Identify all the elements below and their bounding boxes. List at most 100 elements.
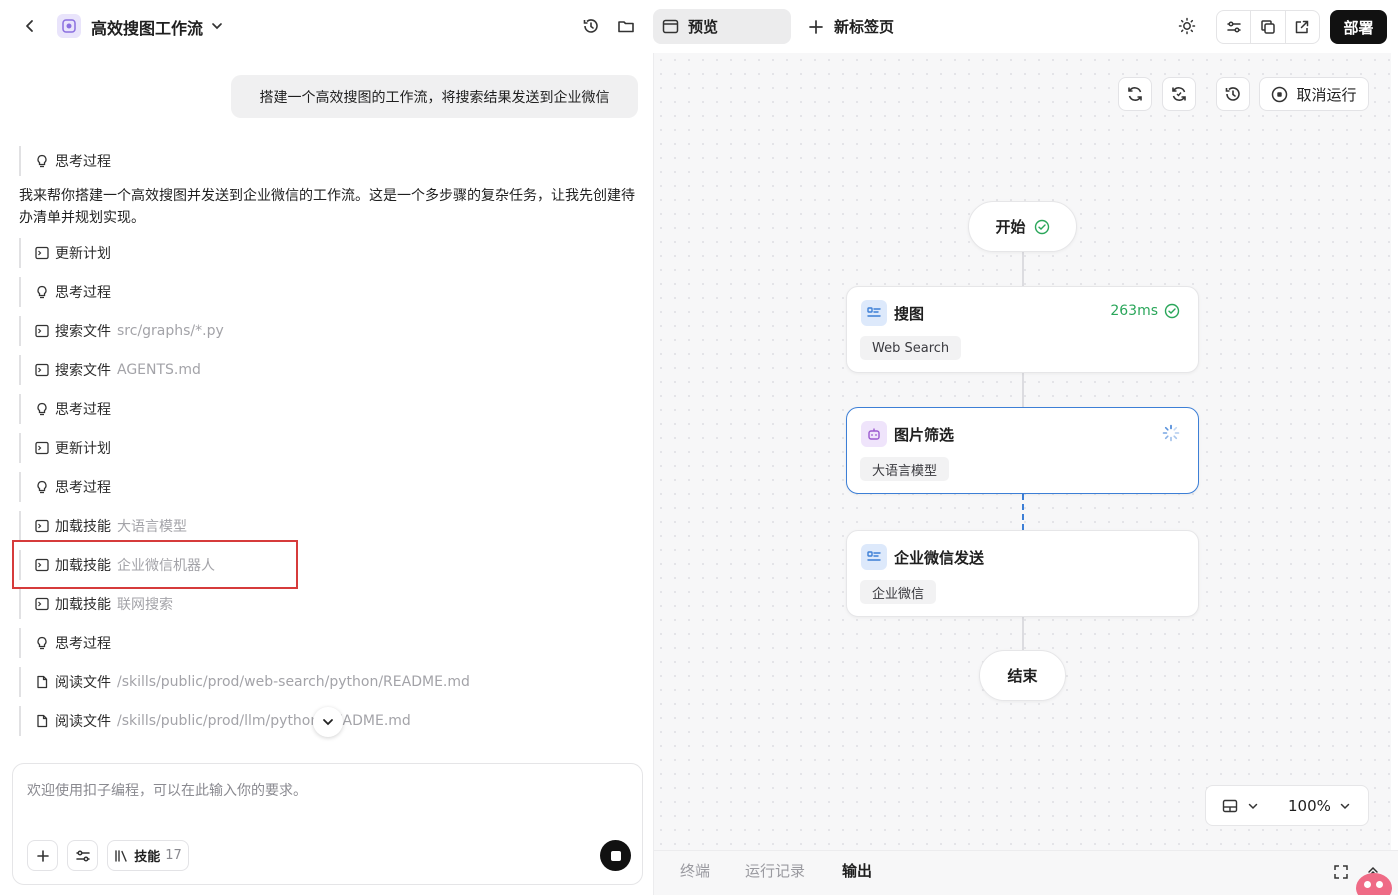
step-label: 阅读文件 [55,714,111,730]
step-label: 思考过程 [55,636,111,652]
terminal-icon [35,597,49,611]
terminal-icon [35,324,49,338]
refresh-button[interactable] [1118,77,1152,111]
step-update-plan[interactable]: 更新计划 [19,238,111,268]
step-thinking[interactable]: 思考过程 [19,628,111,658]
node-title: 图片筛选 [894,426,955,444]
stop-button[interactable] [600,840,631,871]
step-label: 搜索文件 [55,324,111,340]
run-history-button[interactable] [1216,77,1250,111]
sync-icon [1172,87,1186,101]
sync-button[interactable] [1162,77,1196,111]
end-node-label: 结束 [1007,667,1038,685]
assistant-message: 我来帮你搭建一个高效搜图并发送到企业微信的工作流。这是一个多步骤的复杂任务，让我… [19,188,635,226]
tab-run-records[interactable]: 运行记录 [745,860,805,881]
workflow-canvas[interactable]: 取消运行 开始 搜图 263ms Web Search 图片筛选 大语言模型 企… [653,53,1391,850]
tab-terminal[interactable]: 终端 [680,860,710,881]
end-node[interactable]: 结束 [979,650,1066,701]
settings-button[interactable] [67,840,98,871]
step-load-skill[interactable]: 加载技能 大语言模型 [19,511,187,541]
browser-window-icon [662,19,679,34]
back-arrow-icon[interactable] [18,14,42,38]
refresh-icon [1128,87,1142,101]
step-read-file[interactable]: 阅读文件 /skills/public/prod/web-search/pyth… [19,667,470,697]
edge-send-end [1022,616,1024,650]
list-node-icon [861,544,887,570]
step-label: 加载技能 [55,597,111,613]
cancel-run-button[interactable]: 取消运行 [1259,77,1369,111]
tab-output[interactable]: 输出 [842,860,872,881]
chat-input-box: 欢迎使用扣子编程，可以在此输入你的要求。 技能 17 [12,763,643,885]
node-image-filter[interactable]: 图片筛选 大语言模型 [846,407,1199,494]
settings-sliders-icon[interactable] [1217,11,1252,43]
step-read-file[interactable]: 阅读文件 /skills/public/prod/llm/python/READ… [19,706,411,736]
zoom-level: 100% [1288,796,1331,815]
step-detail: src/graphs/*.py [117,323,224,339]
step-load-skill[interactable]: 加载技能 联网搜索 [19,589,173,619]
layout-icon [1222,799,1238,812]
history-icon[interactable] [580,15,602,37]
tab-preview[interactable]: 预览 [653,9,791,44]
start-node-label: 开始 [995,218,1026,236]
check-circle-icon [1164,303,1180,319]
scroll-down-button[interactable] [313,707,343,737]
settings-sliders-icon [75,849,90,862]
tab-new[interactable]: 新标签页 [806,9,894,44]
list-node-icon [861,300,887,326]
user-message: 搭建一个高效搜图的工作流，将搜索结果发送到企业微信 [231,75,638,118]
tab-new-label: 新标签页 [834,18,895,36]
skills-label: 技能 [134,850,161,865]
header-tool-group [1216,10,1320,44]
step-detail: /skills/public/prod/llm/python/README.md [117,713,411,729]
bulb-icon [37,636,47,650]
step-label: 更新计划 [55,246,111,262]
node-search-image[interactable]: 搜图 263ms Web Search [846,286,1199,373]
app-title[interactable]: 高效搜图工作流 [91,15,203,39]
step-label: 搜索文件 [55,363,111,379]
step-detail: /skills/public/prod/web-search/python/RE… [117,674,470,690]
node-tag: Web Search [860,336,962,360]
bulb-icon [37,480,47,494]
step-search-file[interactable]: 搜索文件 AGENTS.md [19,355,201,385]
step-search-file[interactable]: 搜索文件 src/graphs/*.py [19,316,224,346]
step-update-plan[interactable]: 更新计划 [19,433,111,463]
layout-toggle[interactable] [1206,798,1278,814]
step-detail: 大语言模型 [117,519,187,535]
robot-node-icon [861,421,887,447]
sun-icon[interactable] [1176,15,1198,37]
add-button[interactable] [27,840,58,871]
chevron-down-icon[interactable] [206,15,228,37]
zoom-level-select[interactable]: 100% [1278,797,1351,815]
folder-icon[interactable] [615,15,637,37]
top-bar: 高效搜图工作流 预览 新标签页 部署 [0,0,1398,53]
copy-icon[interactable] [1251,11,1286,43]
step-thinking[interactable]: 思考过程 [19,472,111,502]
edge-start-search [1022,252,1024,286]
cancel-run-label: 取消运行 [1296,85,1357,104]
chat-panel: 搭建一个高效搜图的工作流，将搜索结果发送到企业微信 思考过程 我来帮你搭建一个高… [0,53,653,753]
node-duration: 263ms [1110,303,1158,319]
terminal-icon [35,246,49,260]
node-wecom-send[interactable]: 企业微信发送 企业微信 [846,530,1199,617]
step-label: 思考过程 [55,480,111,496]
chevron-down-icon [1340,803,1350,809]
chevron-down-icon [1248,803,1258,809]
node-tag: 大语言模型 [860,457,950,481]
step-label: 加载技能 [55,519,111,535]
step-thinking[interactable]: 思考过程 [19,277,111,307]
stop-icon [610,850,621,861]
bottom-panel-tabs: 终端 运行记录 输出 [653,850,1398,895]
mascot-avatar[interactable] [1356,873,1392,895]
step-thinking[interactable]: 思考过程 [19,146,111,176]
plus-icon [809,19,823,34]
bulb-icon [37,402,47,416]
start-node[interactable]: 开始 [968,201,1077,252]
highlight-box [12,540,298,589]
external-link-icon[interactable] [1286,11,1319,43]
skills-button[interactable]: 技能 17 [107,840,189,871]
chat-input[interactable]: 欢迎使用扣子编程，可以在此输入你的要求。 [27,780,307,800]
fullscreen-icon[interactable] [1330,861,1352,883]
step-thinking[interactable]: 思考过程 [19,394,111,424]
deploy-button[interactable]: 部署 [1330,10,1387,44]
bulb-icon [37,154,47,168]
